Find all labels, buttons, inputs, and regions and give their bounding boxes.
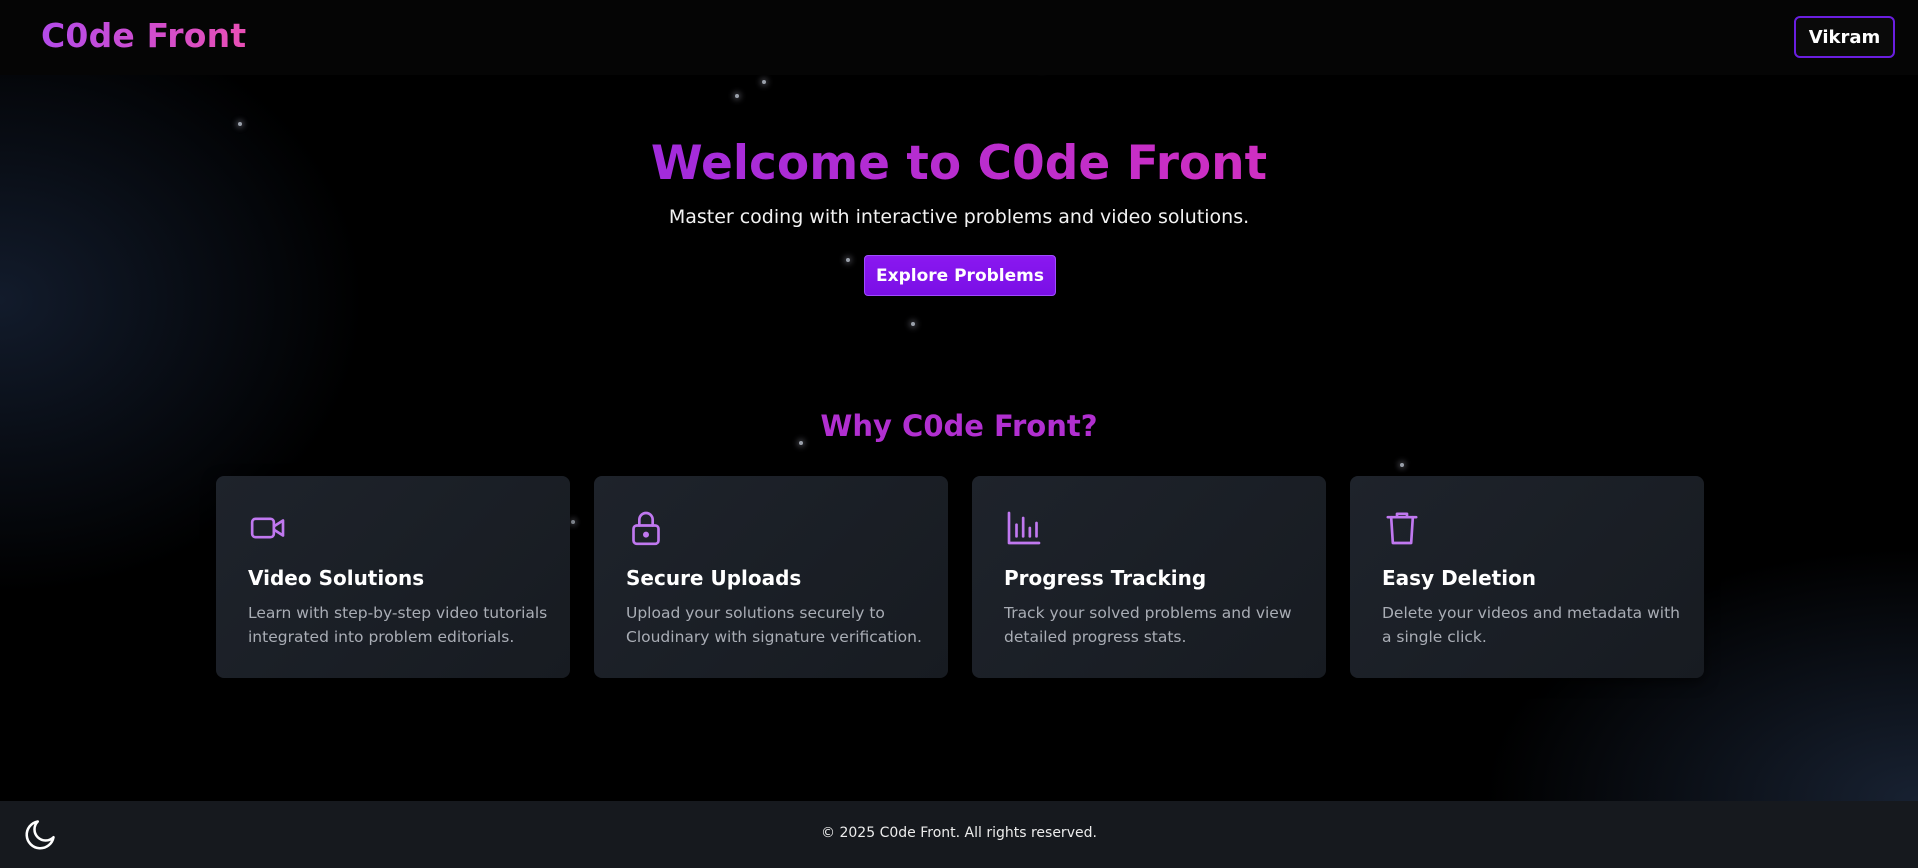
particle	[571, 520, 575, 524]
feature-card-secure-uploads: Secure Uploads Upload your solutions sec…	[594, 476, 948, 678]
footer-copyright: © 2025 C0de Front. All rights reserved.	[821, 825, 1097, 841]
feature-card-text: Track your solved problems and view deta…	[1004, 604, 1292, 646]
top-navbar: C0de Front Vikram	[0, 0, 1918, 75]
bar-chart-icon	[1004, 508, 1044, 548]
particle	[238, 122, 242, 126]
particle	[1400, 463, 1404, 467]
feature-card-progress-tracking: Progress Tracking Track your solved prob…	[972, 476, 1326, 678]
lock-icon	[626, 508, 666, 548]
video-camera-icon	[248, 508, 288, 548]
particle	[846, 258, 850, 262]
feature-card-title: Video Solutions	[248, 566, 425, 590]
feature-card-text: Learn with step-by-step video tutorials …	[248, 604, 548, 646]
feature-card-text: Upload your solutions securely to Cloudi…	[626, 604, 922, 646]
feature-card-easy-deletion: Easy Deletion Delete your videos and met…	[1350, 476, 1704, 678]
hero-title-text: Welcome to C0de Front	[650, 136, 1268, 191]
trash-icon	[1382, 508, 1422, 548]
site-footer: © 2025 C0de Front. All rights reserved.	[0, 801, 1918, 868]
feature-card-video-solutions: Video Solutions Learn with step-by-step …	[216, 476, 570, 678]
site-logo[interactable]: C0de Front	[41, 16, 246, 55]
feature-card-text: Delete your videos and metadata with a s…	[1382, 604, 1680, 646]
feature-card-title: Secure Uploads	[626, 566, 802, 590]
particle	[735, 94, 739, 98]
feature-card-title: Progress Tracking	[1004, 566, 1207, 590]
explore-problems-button[interactable]: Explore Problems	[864, 255, 1056, 296]
hero-subtitle: Master coding with interactive problems …	[668, 206, 1250, 228]
particle	[762, 80, 766, 84]
user-menu-button[interactable]: Vikram	[1794, 16, 1895, 58]
features-section-title: Why C0de Front?	[820, 409, 1098, 443]
hero-title: Welcome to C0de Front	[0, 136, 1918, 191]
feature-card-title: Easy Deletion	[1382, 566, 1537, 590]
particle	[911, 322, 915, 326]
